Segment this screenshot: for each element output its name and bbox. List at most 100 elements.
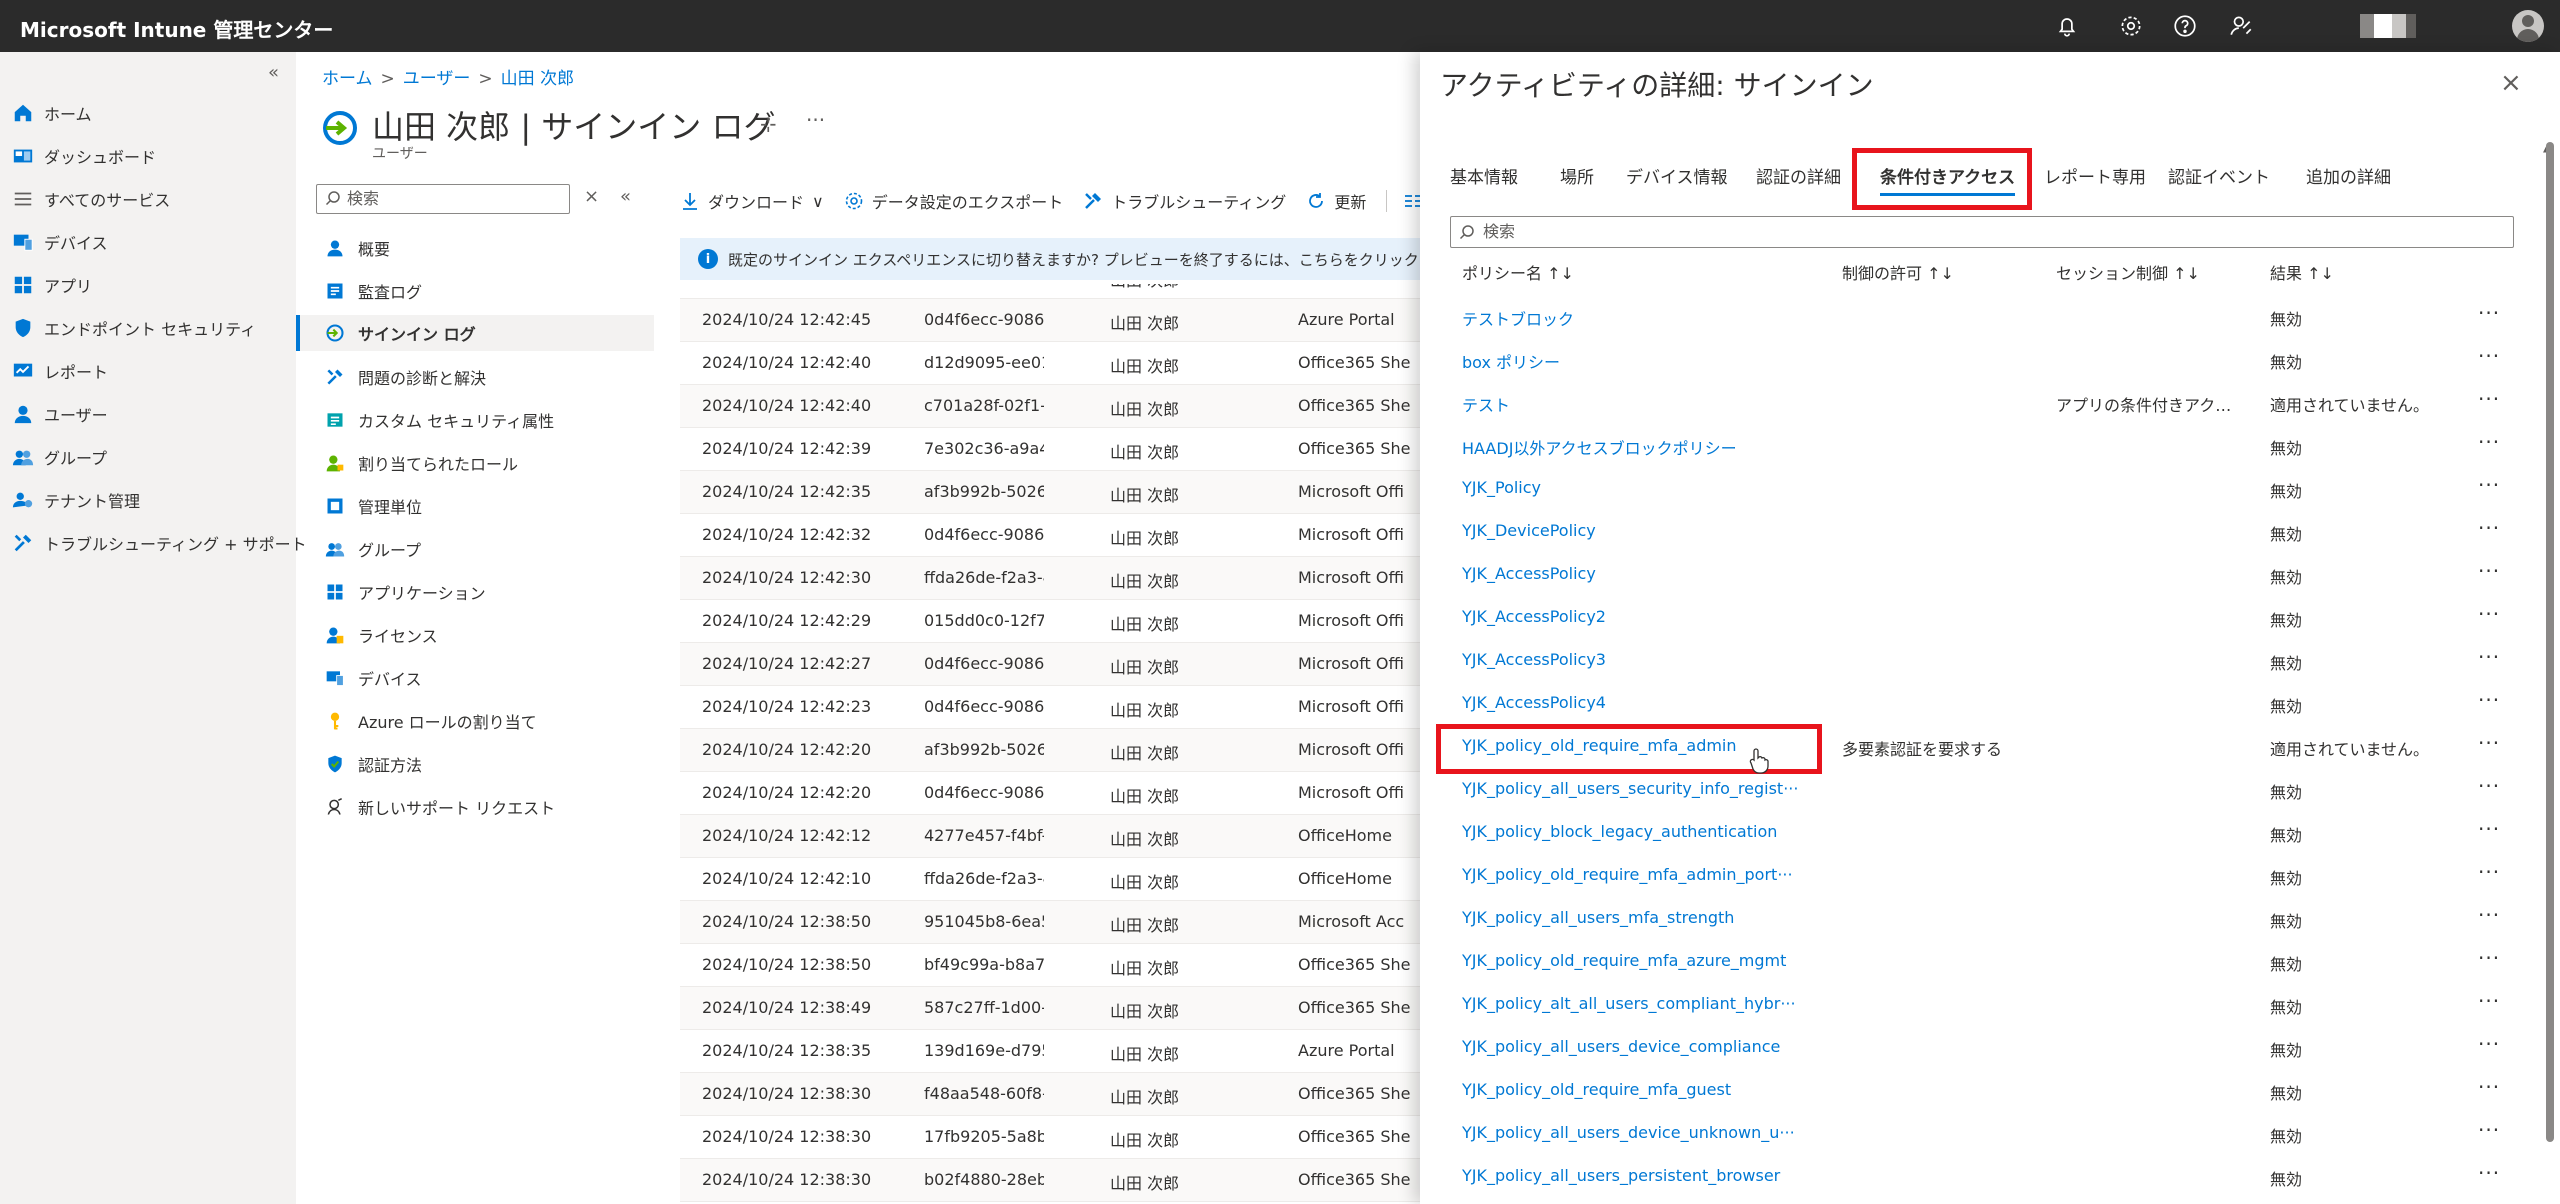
- column-header-policy-name[interactable]: ポリシー名 ↑↓: [1462, 260, 1574, 286]
- policy-row[interactable]: YJK_policy_old_require_mfa_azure_mgmt 無効 ·…: [1420, 940, 2540, 983]
- policy-name-link[interactable]: YJK_AccessPolicy4: [1462, 693, 1836, 712]
- more-options-button[interactable]: ···: [2478, 1075, 2500, 1099]
- policy-row[interactable]: YJK_policy_old_require_mfa_admin_port···…: [1420, 854, 2540, 897]
- policy-name-link[interactable]: YJK_policy_block_legacy_authentication: [1462, 822, 1836, 841]
- feedback-icon[interactable]: [2228, 13, 2254, 39]
- policy-row[interactable]: YJK_AccessPolicy3 無効 ···: [1420, 639, 2540, 682]
- table-row[interactable]: 2024/10/24 12:42:30 ffda26de-f2a3-4f4··· 山…: [680, 557, 1420, 600]
- nav-item-tenant-admin[interactable]: テナント管理: [12, 483, 140, 517]
- more-options-button[interactable]: ···: [2478, 1161, 2500, 1185]
- more-options-button[interactable]: ···: [806, 108, 825, 132]
- breadcrumb-user[interactable]: 山田 次郎: [501, 69, 574, 89]
- bell-icon[interactable]: [2054, 13, 2080, 39]
- app-title[interactable]: Microsoft Intune 管理センター: [20, 14, 333, 43]
- tab-device-info[interactable]: デバイス情報: [1626, 162, 1728, 202]
- table-row[interactable]: 2024/10/24 12:42:27 0d4f6ecc-9086-44··· 山田…: [680, 643, 1420, 686]
- tab-auth-details[interactable]: 認証の詳細: [1756, 162, 1841, 202]
- policy-name-link[interactable]: テスト: [1462, 392, 1836, 416]
- subnav-item-new-support-request[interactable]: 新しいサポート リクエスト: [324, 789, 654, 825]
- column-header-grant-controls[interactable]: 制御の許可 ↑↓: [1842, 260, 1954, 286]
- subnav-item-auth-methods[interactable]: 認証方法: [324, 746, 654, 782]
- table-row[interactable]: 2024/10/24 12:42:10 ffda26de-f2a3-4f4··· 山…: [680, 858, 1420, 901]
- export-settings-button[interactable]: データ設定のエクスポート: [844, 189, 1063, 213]
- more-options-button[interactable]: ···: [2478, 860, 2500, 884]
- more-options-button[interactable]: ···: [2478, 473, 2500, 497]
- table-row[interactable]: 2024/10/24 12:42:32 0d4f6ecc-9086-44··· 山田…: [680, 514, 1420, 557]
- close-icon[interactable]: ×: [2500, 68, 2522, 98]
- subnav-item-licenses[interactable]: ライセンス: [324, 617, 654, 653]
- policy-row[interactable]: YJK_policy_alt_all_users_compliant_hybr·…: [1420, 983, 2540, 1026]
- table-row[interactable]: 2024/10/24 12:42:29 015dd0c0-12f7-4··· 山田 …: [680, 600, 1420, 643]
- policy-name-link[interactable]: YJK_AccessPolicy2: [1462, 607, 1836, 626]
- policy-row[interactable]: YJK_policy_all_users_persistent_browser 無…: [1420, 1155, 2540, 1198]
- table-row[interactable]: 2024/10/24 12:42:20 af3b992b-5026-4··· 山田 …: [680, 729, 1420, 772]
- table-row[interactable]: 2024/10/24 12:42:20 0d4f6ecc-9086-44··· 山田…: [680, 772, 1420, 815]
- tab-basic-info[interactable]: 基本情報: [1450, 162, 1518, 202]
- policy-name-link[interactable]: テストブロック: [1462, 306, 1836, 330]
- column-header-session-controls[interactable]: セッション制御 ↑↓: [2056, 260, 2200, 286]
- policy-name-link[interactable]: YJK_policy_all_users_persistent_browser: [1462, 1166, 1836, 1185]
- policy-name-link[interactable]: YJK_policy_old_require_mfa_azure_mgmt: [1462, 951, 1836, 970]
- tab-auth-events[interactable]: 認証イベント: [2168, 162, 2270, 202]
- table-row[interactable]: 2024/10/24 12:38:30 17fb9205-5a8b-4··· 山田 …: [680, 1116, 1420, 1159]
- preview-info-bar[interactable]: i 既定のサインイン エクスペリエンスに切り替えますか? プレビューを終了するに…: [680, 238, 1420, 280]
- more-options-button[interactable]: ···: [2478, 645, 2500, 669]
- panel-scrollbar[interactable]: [2546, 142, 2554, 1142]
- table-row[interactable]: 2024/10/24 12:43:18 f3377300-2071-4 山田 次郎 O…: [680, 284, 1420, 299]
- policy-row[interactable]: テストブロック 無効 ···: [1420, 295, 2540, 338]
- policy-row[interactable]: YJK_policy_block_legacy_authentication 無効…: [1420, 811, 2540, 854]
- nav-item-home[interactable]: ホーム: [12, 96, 92, 130]
- policy-name-link[interactable]: YJK_DevicePolicy: [1462, 521, 1836, 540]
- more-options-button[interactable]: ···: [2478, 516, 2500, 540]
- more-options-button[interactable]: ···: [2478, 430, 2500, 454]
- more-options-button[interactable]: ···: [2478, 301, 2500, 325]
- nav-item-troubleshooting[interactable]: トラブルシューティング + サポート: [12, 526, 307, 560]
- table-row[interactable]: 2024/10/24 12:38:30 f48aa548-60f8-43··· 山田…: [680, 1073, 1420, 1116]
- nav-item-apps[interactable]: アプリ: [12, 268, 92, 302]
- clear-search-button[interactable]: ×: [584, 186, 599, 207]
- more-options-button[interactable]: ···: [2478, 1032, 2500, 1056]
- pin-icon[interactable]: ⊹: [760, 112, 777, 136]
- policy-name-link[interactable]: YJK_policy_all_users_device_compliance: [1462, 1037, 1836, 1056]
- more-options-button[interactable]: ···: [2478, 387, 2500, 411]
- table-row[interactable]: 2024/10/24 12:38:35 139d169e-d795-4··· 山田 …: [680, 1030, 1420, 1073]
- policy-row[interactable]: YJK_AccessPolicy2 無効 ···: [1420, 596, 2540, 639]
- download-button[interactable]: ダウンロード ∨: [680, 189, 824, 213]
- more-options-button[interactable]: ···: [2478, 559, 2500, 583]
- refresh-button[interactable]: 更新: [1306, 189, 1366, 213]
- nav-item-all-services[interactable]: すべてのサービス: [12, 182, 170, 216]
- subnav-item-assigned-roles[interactable]: 割り当てられたロール: [324, 445, 654, 481]
- subnav-item-audit-logs[interactable]: 監査ログ: [324, 273, 654, 309]
- table-row[interactable]: 2024/10/24 12:42:12 4277e457-f4bf-45··· 山田…: [680, 815, 1420, 858]
- policy-name-link[interactable]: YJK_policy_old_require_mfa_admin_port···: [1462, 865, 1836, 884]
- table-row[interactable]: 2024/10/24 12:38:50 951045b8-6ea5-4··· 山田 …: [680, 901, 1420, 944]
- policy-row[interactable]: YJK_policy_all_users_mfa_strength 無効 ···: [1420, 897, 2540, 940]
- policy-name-link[interactable]: YJK_policy_all_users_device_unknown_u···: [1462, 1123, 1836, 1142]
- table-row[interactable]: 2024/10/24 12:42:35 af3b992b-5026-4··· 山田 …: [680, 471, 1420, 514]
- policy-row[interactable]: YJK_policy_all_users_device_compliance 無効…: [1420, 1026, 2540, 1069]
- more-options-button[interactable]: ···: [2478, 1118, 2500, 1142]
- policy-row[interactable]: YJK_policy_all_users_device_unknown_u···…: [1420, 1112, 2540, 1155]
- nav-item-groups[interactable]: グループ: [12, 440, 107, 474]
- more-options-button[interactable]: ···: [2478, 946, 2500, 970]
- subnav-item-devices[interactable]: デバイス: [324, 660, 654, 696]
- policy-row[interactable]: YJK_AccessPolicy4 無効 ···: [1420, 682, 2540, 725]
- subnav-item-admin-units[interactable]: 管理単位: [324, 488, 654, 524]
- policy-row[interactable]: YJK_AccessPolicy 無効 ···: [1420, 553, 2540, 596]
- policy-name-link[interactable]: YJK_policy_all_users_security_info_regis…: [1462, 779, 1836, 798]
- subnav-item-applications[interactable]: アプリケーション: [324, 574, 654, 610]
- table-row[interactable]: 2024/10/24 12:38:50 bf49c99a-b8a7-4··· 山田 …: [680, 944, 1420, 987]
- policy-name-link[interactable]: YJK_Policy: [1462, 478, 1836, 497]
- nav-item-dashboard[interactable]: ダッシュボード: [12, 139, 156, 173]
- policy-name-link[interactable]: box ポリシー: [1462, 349, 1836, 373]
- policy-name-link[interactable]: YJK_policy_alt_all_users_compliant_hybr·…: [1462, 994, 1836, 1013]
- column-header-result[interactable]: 結果 ↑↓: [2270, 260, 2334, 286]
- more-options-button[interactable]: ···: [2478, 344, 2500, 368]
- nav-item-endpoint-security[interactable]: エンドポイント セキュリティ: [12, 311, 256, 345]
- policy-row[interactable]: YJK_policy_old_require_mfa_guest 無効 ···: [1420, 1069, 2540, 1112]
- policy-row[interactable]: YJK_Policy 無効 ···: [1420, 467, 2540, 510]
- more-options-button[interactable]: ···: [2478, 688, 2500, 712]
- resource-menu-search-input[interactable]: 検索: [316, 184, 570, 214]
- table-row[interactable]: 2024/10/24 12:42:39 7e302c36-a9a4-4··· 山田 …: [680, 428, 1420, 471]
- avatar[interactable]: [2512, 10, 2544, 42]
